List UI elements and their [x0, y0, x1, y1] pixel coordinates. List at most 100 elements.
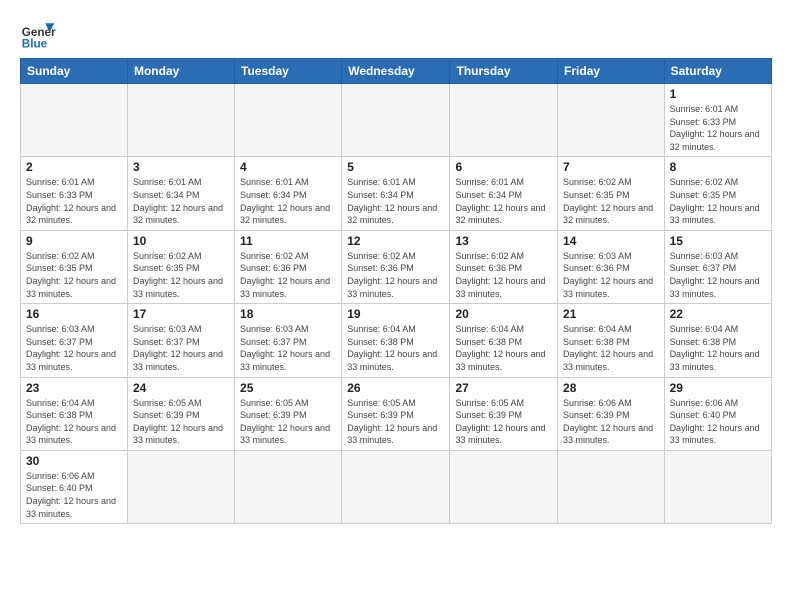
- day-info: Sunrise: 6:06 AMSunset: 6:40 PMDaylight:…: [26, 470, 122, 520]
- day-info: Sunrise: 6:02 AMSunset: 6:35 PMDaylight:…: [26, 250, 122, 300]
- calendar-cell: 29 Sunrise: 6:06 AMSunset: 6:40 PMDayligh…: [664, 377, 771, 450]
- day-number: 11: [240, 234, 336, 248]
- calendar-week-5: 23 Sunrise: 6:04 AMSunset: 6:38 PMDayligh…: [21, 377, 772, 450]
- logo: General Blue: [20, 16, 56, 52]
- day-number: 12: [347, 234, 444, 248]
- day-number: 21: [563, 307, 659, 321]
- calendar-week-1: 1Sunrise: 6:01 AMSunset: 6:33 PMDaylight…: [21, 84, 772, 157]
- day-info: Sunrise: 6:05 AMSunset: 6:39 PMDaylight:…: [240, 397, 336, 447]
- day-info: Sunrise: 6:02 AMSunset: 6:35 PMDaylight:…: [670, 176, 766, 226]
- calendar-cell: 22 Sunrise: 6:04 AMSunset: 6:38 PMDayligh…: [664, 304, 771, 377]
- svg-text:Blue: Blue: [22, 38, 48, 51]
- day-number: 28: [563, 381, 659, 395]
- calendar-cell: 24 Sunrise: 6:05 AMSunset: 6:39 PMDayligh…: [127, 377, 234, 450]
- day-number: 17: [133, 307, 229, 321]
- day-number: 1: [670, 87, 766, 101]
- day-info: Sunrise: 6:06 AMSunset: 6:39 PMDaylight:…: [563, 397, 659, 447]
- day-info: Sunrise: 6:06 AMSunset: 6:40 PMDaylight:…: [670, 397, 766, 447]
- day-info: Sunrise: 6:03 AMSunset: 6:37 PMDaylight:…: [26, 323, 122, 373]
- day-number: 3: [133, 160, 229, 174]
- calendar-cell: 4 Sunrise: 6:01 AMSunset: 6:34 PMDaylight…: [235, 157, 342, 230]
- calendar-cell: [664, 450, 771, 523]
- day-info: Sunrise: 6:02 AMSunset: 6:35 PMDaylight:…: [563, 176, 659, 226]
- calendar-cell: 17Sunrise: 6:03 AMSunset: 6:37 PMDayligh…: [127, 304, 234, 377]
- day-info: Sunrise: 6:01 AMSunset: 6:34 PMDaylight:…: [347, 176, 444, 226]
- day-number: 30: [26, 454, 122, 468]
- day-info: Sunrise: 6:02 AMSunset: 6:36 PMDaylight:…: [347, 250, 444, 300]
- calendar-cell: 8 Sunrise: 6:02 AMSunset: 6:35 PMDaylight…: [664, 157, 771, 230]
- day-number: 26: [347, 381, 444, 395]
- calendar-cell: [342, 450, 450, 523]
- day-info: Sunrise: 6:05 AMSunset: 6:39 PMDaylight:…: [347, 397, 444, 447]
- day-number: 16: [26, 307, 122, 321]
- calendar-cell: 20 Sunrise: 6:04 AMSunset: 6:38 PMDayligh…: [450, 304, 558, 377]
- day-number: 19: [347, 307, 444, 321]
- day-number: 4: [240, 160, 336, 174]
- day-info: Sunrise: 6:01 AMSunset: 6:34 PMDaylight:…: [133, 176, 229, 226]
- day-number: 7: [563, 160, 659, 174]
- calendar-cell: 6Sunrise: 6:01 AMSunset: 6:34 PMDaylight…: [450, 157, 558, 230]
- weekday-header-wednesday: Wednesday: [342, 59, 450, 84]
- calendar-cell: [450, 84, 558, 157]
- calendar-cell: 25Sunrise: 6:05 AMSunset: 6:39 PMDayligh…: [235, 377, 342, 450]
- calendar-cell: 21Sunrise: 6:04 AMSunset: 6:38 PMDayligh…: [558, 304, 665, 377]
- calendar-cell: 19Sunrise: 6:04 AMSunset: 6:38 PMDayligh…: [342, 304, 450, 377]
- calendar-cell: [21, 84, 128, 157]
- calendar-cell: 30 Sunrise: 6:06 AMSunset: 6:40 PMDayligh…: [21, 450, 128, 523]
- calendar-cell: [450, 450, 558, 523]
- calendar-cell: 10 Sunrise: 6:02 AMSunset: 6:35 PMDayligh…: [127, 230, 234, 303]
- day-number: 13: [455, 234, 552, 248]
- calendar-cell: 15 Sunrise: 6:03 AMSunset: 6:37 PMDayligh…: [664, 230, 771, 303]
- day-info: Sunrise: 6:04 AMSunset: 6:38 PMDaylight:…: [670, 323, 766, 373]
- calendar-week-6: 30 Sunrise: 6:06 AMSunset: 6:40 PMDayligh…: [21, 450, 772, 523]
- day-info: Sunrise: 6:05 AMSunset: 6:39 PMDaylight:…: [455, 397, 552, 447]
- calendar-cell: 11 Sunrise: 6:02 AMSunset: 6:36 PMDayligh…: [235, 230, 342, 303]
- day-number: 2: [26, 160, 122, 174]
- day-number: 24: [133, 381, 229, 395]
- day-number: 22: [670, 307, 766, 321]
- day-info: Sunrise: 6:04 AMSunset: 6:38 PMDaylight:…: [455, 323, 552, 373]
- calendar-cell: 14Sunrise: 6:03 AMSunset: 6:36 PMDayligh…: [558, 230, 665, 303]
- calendar-cell: 5 Sunrise: 6:01 AMSunset: 6:34 PMDaylight…: [342, 157, 450, 230]
- day-number: 20: [455, 307, 552, 321]
- calendar-cell: 1Sunrise: 6:01 AMSunset: 6:33 PMDaylight…: [664, 84, 771, 157]
- calendar-cell: [558, 84, 665, 157]
- day-info: Sunrise: 6:05 AMSunset: 6:39 PMDaylight:…: [133, 397, 229, 447]
- calendar-cell: [127, 84, 234, 157]
- day-info: Sunrise: 6:02 AMSunset: 6:35 PMDaylight:…: [133, 250, 229, 300]
- weekday-header-thursday: Thursday: [450, 59, 558, 84]
- generalblue-logo-icon: General Blue: [20, 16, 56, 52]
- calendar-cell: 18Sunrise: 6:03 AMSunset: 6:37 PMDayligh…: [235, 304, 342, 377]
- calendar-cell: 3 Sunrise: 6:01 AMSunset: 6:34 PMDaylight…: [127, 157, 234, 230]
- weekday-header-tuesday: Tuesday: [235, 59, 342, 84]
- calendar-cell: 9 Sunrise: 6:02 AMSunset: 6:35 PMDaylight…: [21, 230, 128, 303]
- calendar-cell: [235, 84, 342, 157]
- calendar-cell: 7 Sunrise: 6:02 AMSunset: 6:35 PMDaylight…: [558, 157, 665, 230]
- weekday-header-monday: Monday: [127, 59, 234, 84]
- day-number: 14: [563, 234, 659, 248]
- day-number: 9: [26, 234, 122, 248]
- calendar-cell: [342, 84, 450, 157]
- day-info: Sunrise: 6:03 AMSunset: 6:37 PMDaylight:…: [670, 250, 766, 300]
- day-number: 10: [133, 234, 229, 248]
- calendar-cell: 12 Sunrise: 6:02 AMSunset: 6:36 PMDayligh…: [342, 230, 450, 303]
- calendar-cell: 27Sunrise: 6:05 AMSunset: 6:39 PMDayligh…: [450, 377, 558, 450]
- weekday-header-friday: Friday: [558, 59, 665, 84]
- calendar-week-4: 16 Sunrise: 6:03 AMSunset: 6:37 PMDayligh…: [21, 304, 772, 377]
- calendar-cell: 13 Sunrise: 6:02 AMSunset: 6:36 PMDayligh…: [450, 230, 558, 303]
- day-number: 5: [347, 160, 444, 174]
- day-info: Sunrise: 6:01 AMSunset: 6:34 PMDaylight:…: [240, 176, 336, 226]
- day-number: 29: [670, 381, 766, 395]
- day-info: Sunrise: 6:04 AMSunset: 6:38 PMDaylight:…: [26, 397, 122, 447]
- day-number: 15: [670, 234, 766, 248]
- calendar-cell: 23 Sunrise: 6:04 AMSunset: 6:38 PMDayligh…: [21, 377, 128, 450]
- day-number: 8: [670, 160, 766, 174]
- calendar-cell: 26 Sunrise: 6:05 AMSunset: 6:39 PMDayligh…: [342, 377, 450, 450]
- calendar-cell: [235, 450, 342, 523]
- calendar-cell: 28 Sunrise: 6:06 AMSunset: 6:39 PMDayligh…: [558, 377, 665, 450]
- day-number: 18: [240, 307, 336, 321]
- calendar-table: SundayMondayTuesdayWednesdayThursdayFrid…: [20, 58, 772, 524]
- day-number: 23: [26, 381, 122, 395]
- day-info: Sunrise: 6:02 AMSunset: 6:36 PMDaylight:…: [240, 250, 336, 300]
- day-info: Sunrise: 6:02 AMSunset: 6:36 PMDaylight:…: [455, 250, 552, 300]
